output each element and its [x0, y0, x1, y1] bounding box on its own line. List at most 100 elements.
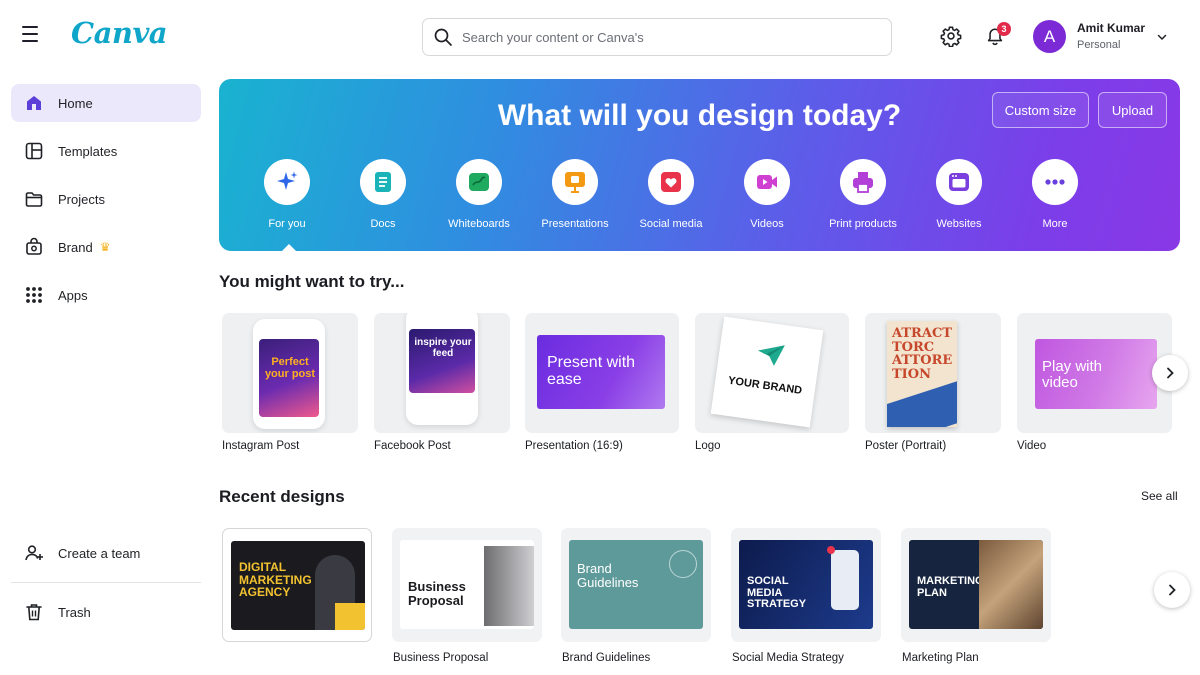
selected-category-indicator — [282, 244, 296, 251]
category-icon-circle — [744, 159, 790, 205]
recent-card-social-media-strategy[interactable]: SOCIAL MEDIA STRATEGY — [731, 528, 881, 642]
video-icon — [757, 175, 777, 189]
category-label: Print products — [829, 218, 897, 230]
thumbnail-image: inspire your feed — [409, 329, 475, 393]
settings-gear-icon[interactable] — [940, 25, 962, 47]
category-label: Social media — [639, 218, 703, 230]
more-icon — [1045, 179, 1065, 185]
category-icon-circle — [456, 159, 502, 205]
sidebar-divider — [11, 582, 201, 583]
user-avatar[interactable]: A — [1033, 20, 1066, 53]
brand-icon — [26, 237, 42, 255]
category-label: Docs — [370, 218, 396, 230]
recent-card-label: Social Media Strategy — [732, 652, 844, 664]
try-card-instagram-post[interactable]: Perfect your post — [222, 313, 358, 433]
try-card-label: Instagram Post — [222, 440, 300, 452]
category-label: Websites — [936, 218, 982, 230]
accent-shape — [335, 603, 365, 630]
thumbnail-image: SOCIAL MEDIA STRATEGY — [739, 540, 873, 629]
thumbnail-image: YOUR BRAND — [710, 316, 824, 428]
sidebar-item-apps[interactable]: Apps — [11, 276, 201, 314]
sidebar-item-home[interactable]: Home — [11, 84, 201, 122]
thumbnail-text: Business Proposal — [408, 579, 466, 608]
category-whiteboards[interactable]: Whiteboards — [431, 159, 527, 230]
upload-button[interactable]: Upload — [1098, 92, 1167, 128]
category-label: Presentations — [541, 218, 609, 230]
whiteboard-icon — [469, 173, 489, 191]
category-for-you[interactable]: For you — [239, 159, 335, 230]
presentation-icon — [565, 172, 585, 193]
home-icon — [27, 96, 41, 110]
thumbnail-text: ATRACT TORC ATTORE TION — [892, 326, 953, 382]
recent-next-button[interactable] — [1154, 572, 1190, 608]
category-websites[interactable]: Websites — [911, 159, 1007, 230]
thumbnail-text: DIGITAL MARKETING AGENCY — [239, 560, 312, 600]
category-videos[interactable]: Videos — [719, 159, 815, 230]
recent-card-label: Business Proposal — [393, 652, 489, 664]
sidebar-item-label: Templates — [58, 143, 118, 159]
custom-size-button[interactable]: Custom size — [992, 92, 1089, 128]
poster-shape — [887, 380, 957, 427]
try-card-label: Presentation (16:9) — [525, 440, 623, 452]
menu-icon[interactable] — [22, 26, 44, 46]
canva-logo[interactable]: Canva — [71, 16, 168, 50]
thumbnail-text: Play with video — [1042, 358, 1103, 391]
sidebar-item-label: Create a team — [58, 545, 141, 561]
try-next-button[interactable] — [1152, 355, 1188, 391]
sidebar-item-create-team[interactable]: Create a team — [11, 534, 201, 572]
try-section-title: You might want to try... — [219, 272, 405, 291]
category-label: Whiteboards — [448, 218, 510, 230]
thumbnail-image: Business Proposal — [400, 540, 534, 629]
try-card-label: Logo — [695, 440, 721, 452]
search-bar[interactable] — [422, 18, 892, 56]
hero-banner: What will you design today? Custom size … — [219, 79, 1180, 251]
category-icon-circle — [552, 159, 598, 205]
thumbnail-text: YOUR BRAND — [727, 374, 803, 397]
thumbnail-text: SOCIAL MEDIA STRATEGY — [747, 575, 807, 611]
category-icon-circle — [360, 159, 406, 205]
recent-card-brand-guidelines[interactable]: Brand Guidelines — [561, 528, 711, 642]
category-more[interactable]: More — [1007, 159, 1103, 230]
team-photo — [979, 540, 1043, 629]
try-card-poster[interactable]: ATRACT TORC ATTORE TION — [865, 313, 1001, 433]
try-card-logo[interactable]: YOUR BRAND — [695, 313, 849, 433]
thumbnail-image: MARKETING PLAN — [909, 540, 1043, 629]
category-icon-circle — [264, 159, 310, 205]
category-label: Videos — [750, 218, 784, 230]
recent-card-marketing-plan[interactable]: MARKETING PLAN — [901, 528, 1051, 642]
category-icon-circle — [936, 159, 982, 205]
sidebar-item-trash[interactable]: Trash — [11, 593, 201, 631]
phone-mockup: inspire your feed — [406, 313, 478, 425]
try-card-facebook-post[interactable]: inspire your feed — [374, 313, 510, 433]
thumbnail-text: inspire your feed — [414, 337, 472, 359]
decorative-circle — [669, 550, 697, 578]
recent-card-business-proposal[interactable]: Business Proposal — [392, 528, 542, 642]
website-icon — [949, 173, 969, 191]
category-icon-circle — [648, 159, 694, 205]
try-card-label: Poster (Portrait) — [865, 440, 947, 452]
see-all-link[interactable]: See all — [1141, 489, 1178, 503]
thumbnail-text: Perfect your post — [264, 356, 316, 380]
category-icon-circle — [840, 159, 886, 205]
try-card-video[interactable]: Play with video — [1017, 313, 1172, 433]
try-card-label: Facebook Post — [374, 440, 451, 452]
building-photo — [484, 546, 534, 626]
sidebar-item-brand[interactable]: Brand ♛ — [11, 228, 201, 266]
trash-icon — [26, 604, 42, 621]
add-person-icon — [25, 545, 43, 561]
recent-card-digital-marketing[interactable]: DIGITAL MARKETING AGENCY — [222, 528, 372, 642]
notification-count-badge: 3 — [997, 22, 1011, 36]
recent-card-label: Marketing Plan — [902, 652, 979, 664]
sidebar-item-projects[interactable]: Projects — [11, 180, 201, 218]
try-card-presentation[interactable]: Present with ease — [525, 313, 679, 433]
category-social-media[interactable]: Social media — [623, 159, 719, 230]
thumbnail-image: Perfect your post — [259, 339, 319, 417]
category-docs[interactable]: Docs — [335, 159, 431, 230]
search-input[interactable] — [462, 29, 862, 45]
sidebar-item-templates[interactable]: Templates — [11, 132, 201, 170]
sidebar-item-label: Projects — [58, 191, 105, 207]
thumbnail-image: ATRACT TORC ATTORE TION — [887, 321, 957, 427]
chevron-down-icon[interactable] — [1156, 31, 1168, 43]
category-presentations[interactable]: Presentations — [527, 159, 623, 230]
category-print-products[interactable]: Print products — [815, 159, 911, 230]
